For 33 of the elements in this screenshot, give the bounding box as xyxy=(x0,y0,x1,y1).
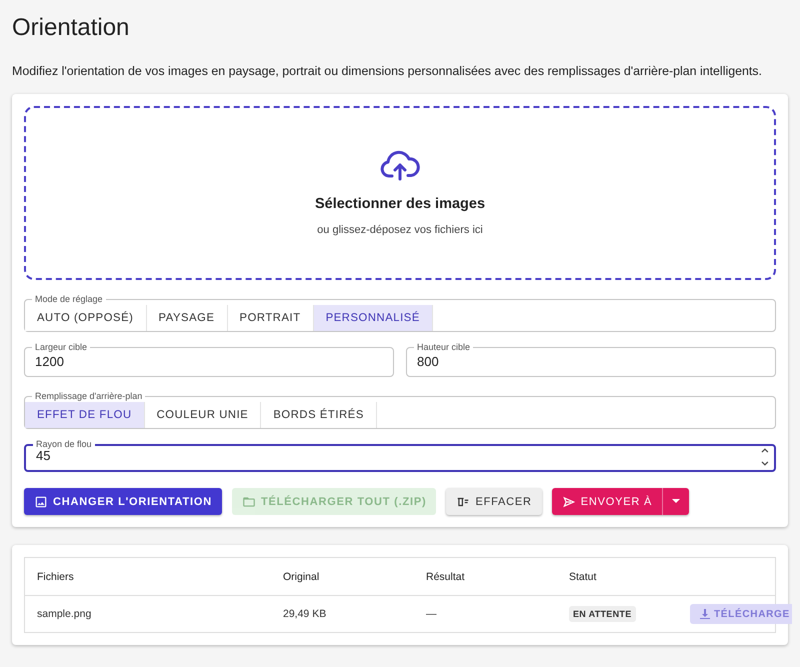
image-icon xyxy=(34,494,48,508)
folder-icon xyxy=(242,494,256,508)
column-header: Résultat xyxy=(426,570,466,582)
send-icon xyxy=(562,494,576,508)
input-text[interactable]: 800 xyxy=(407,354,775,376)
toggle-button[interactable]: PERSONNALISÉ xyxy=(314,305,433,331)
table-cell-text: sample.png xyxy=(37,608,92,620)
dropzone-title: Sélectionner des images xyxy=(314,196,486,212)
column-header: Fichiers xyxy=(37,570,75,582)
input-text[interactable]: 45 xyxy=(26,448,760,470)
toggle-button[interactable]: EFFET DE FLOU xyxy=(25,402,145,428)
toggle-button[interactable]: AUTO (OPPOSÉ) xyxy=(25,305,146,331)
caret-icon xyxy=(672,499,680,504)
dropdown-button[interactable] xyxy=(662,488,690,515)
page-title: Orientation xyxy=(12,14,130,42)
input-text[interactable]: 1200 xyxy=(25,354,393,376)
status-badge: EN ATTENTE xyxy=(569,606,636,622)
blur-radius-field[interactable]: Rayon de flou 45 xyxy=(24,439,776,472)
spinner-icon[interactable] xyxy=(760,446,770,468)
action-button[interactable]: ENVOYER À xyxy=(552,488,662,515)
cloud-upload-icon xyxy=(380,150,420,182)
page-description: Modifiez l'orientation de vos images en paysage, portrait ou dimensions personnalisées avec des remplissages d'arrière-plan intelligents. xyxy=(12,64,763,78)
download-icon xyxy=(700,609,710,619)
height-field[interactable]: Hauteur cible 800 xyxy=(406,342,776,377)
dropzone[interactable]: Sélectionner des images ou glissez-déposez vos fichiers ici xyxy=(24,106,776,280)
table-cell-text: 29,49 KB xyxy=(283,608,328,620)
column-header: Statut xyxy=(569,570,598,582)
dropzone-hint: ou glissez-déposez vos fichiers ici xyxy=(317,224,483,236)
width-field[interactable]: Largeur cible 1200 xyxy=(24,342,394,377)
table-cell-text: — xyxy=(426,608,438,620)
column-header: Original xyxy=(283,570,320,582)
action-button[interactable]: EFFACER xyxy=(446,488,542,515)
action-button[interactable]: CHANGER L'ORIENTATION xyxy=(24,488,222,515)
